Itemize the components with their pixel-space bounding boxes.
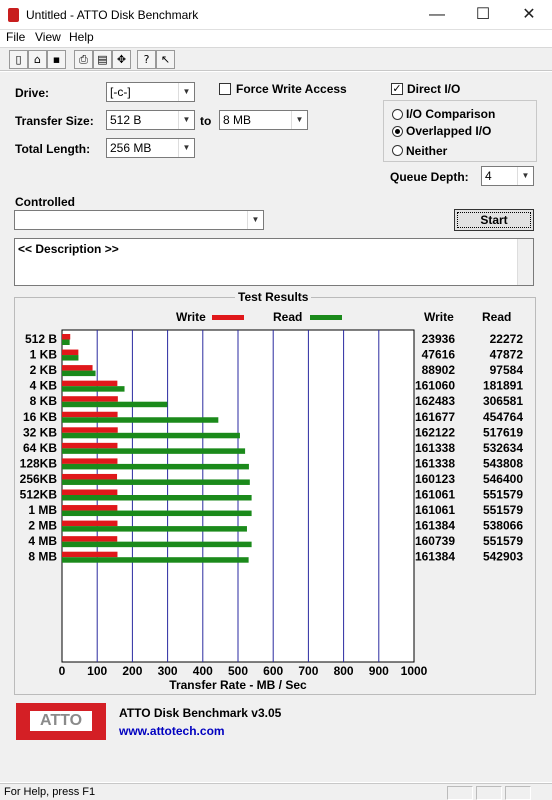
read-bar [62,401,168,408]
category-label: 4 KB [30,379,58,393]
product-name: ATTO Disk Benchmark v3.05 [119,706,282,720]
read-bar [62,370,96,377]
write-value: 23936 [422,332,456,346]
write-bar [62,520,118,527]
write-bar [62,380,118,387]
status-text: For Help, press F1 [4,786,96,798]
status-bar: For Help, press F1 [0,783,552,800]
category-label: 8 MB [28,550,57,564]
read-bar [62,386,125,392]
write-bar [62,349,79,356]
write-value: 161338 [415,441,455,455]
write-value: 161338 [415,456,455,470]
read-bar [62,448,246,454]
write-bar [62,489,118,495]
read-value: 47872 [490,348,524,362]
results-chart: 0 100 200 300 400 500 600 700 800 900 1000 Transfer… [20,329,524,692]
write-value: 47616 [422,348,456,362]
write-value: 161384 [415,550,455,564]
write-bar [62,536,118,542]
write-value: 161060 [415,379,455,393]
website-link[interactable]: www.attotech.com [119,724,225,738]
category-label: 16 KB [23,410,57,424]
category-label: 4 MB [28,534,57,548]
write-bar [62,473,118,480]
read-value: 538066 [483,519,523,533]
read-value: 542903 [483,550,523,564]
write-bar [62,334,71,340]
write-value: 162483 [415,394,455,408]
x-axis-label: Transfer Rate - MB / Sec [169,678,307,692]
write-value: 161677 [415,410,455,424]
write-bar [62,442,118,449]
read-bar [62,432,240,439]
x-tick-label: 800 [334,664,354,678]
atto-logo: ATTO [16,703,106,740]
write-bar [62,505,118,511]
read-value: 454764 [483,410,523,424]
write-value: 160739 [415,534,455,548]
read-value: 551579 [483,503,523,517]
category-label: 512KB [20,488,58,502]
category-label: 8 KB [30,394,58,408]
write-value: 161384 [415,519,455,533]
read-value: 181891 [483,379,523,393]
status-panel-2 [476,786,502,800]
category-label: 256KB [20,472,58,486]
category-label: 1 MB [28,503,57,517]
read-value: 517619 [483,425,523,439]
category-label: 32 KB [23,425,57,439]
write-value: 161061 [415,488,455,502]
read-value: 551579 [483,534,523,548]
read-bar [62,510,252,517]
write-bar [62,551,118,558]
write-bar [62,411,118,418]
read-bar [62,479,250,485]
read-value: 306581 [483,394,523,408]
read-bar [62,557,249,563]
read-value: 551579 [483,488,523,502]
x-tick-label: 900 [369,664,389,678]
category-label: 64 KB [23,441,57,455]
category-label: 2 MB [28,519,57,533]
status-panel-3 [505,786,531,800]
category-label: 2 KB [30,363,58,377]
category-label: 512 B [25,332,57,346]
x-tick-label: 1000 [401,664,428,678]
read-value: 546400 [483,472,523,486]
atto-logo-text: ATTO [30,711,92,731]
write-value: 161061 [415,503,455,517]
write-bar [62,396,118,402]
read-bar [62,526,247,532]
x-tick-label: 0 [59,664,66,678]
x-tick-label: 700 [298,664,318,678]
read-value: 97584 [490,363,524,377]
write-bar [62,427,118,433]
x-tick-label: 300 [158,664,178,678]
read-bar [62,495,252,501]
read-bar [62,541,252,548]
write-value: 160123 [415,472,455,486]
status-panel-1 [447,786,473,800]
x-tick-label: 200 [122,664,142,678]
read-bar [62,339,70,345]
read-value: 532634 [483,441,523,455]
x-tick-label: 500 [228,664,248,678]
write-bar [62,365,93,371]
x-tick-label: 600 [263,664,283,678]
read-bar [62,417,219,423]
read-value: 22272 [490,332,524,346]
read-value: 543808 [483,456,523,470]
write-bar [62,458,118,464]
read-bar [62,463,249,470]
read-bar [62,355,79,361]
write-value: 88902 [422,363,456,377]
category-label: 1 KB [30,348,58,362]
category-label: 128KB [20,456,58,470]
x-tick-label: 100 [87,664,107,678]
write-value: 162122 [415,425,455,439]
x-tick-label: 400 [193,664,213,678]
